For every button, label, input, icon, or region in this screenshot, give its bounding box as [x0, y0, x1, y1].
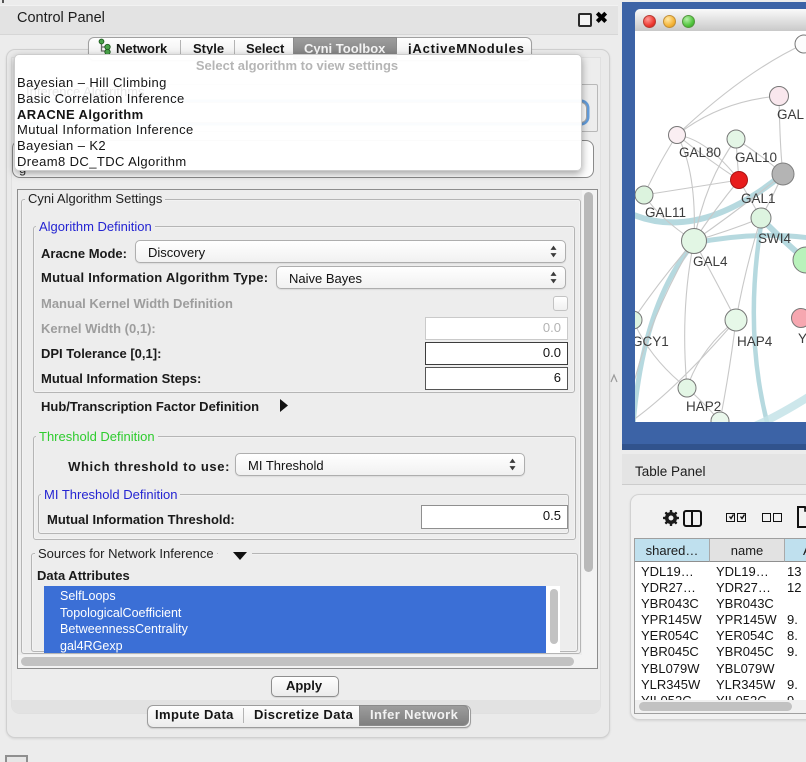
svg-text:HAP4: HAP4 — [737, 334, 773, 349]
svg-text:GAL4: GAL4 — [693, 254, 728, 269]
svg-text:GAL: GAL — [777, 107, 805, 122]
svg-text:GAL80: GAL80 — [679, 145, 721, 160]
svg-text:GAL11: GAL11 — [645, 205, 686, 220]
svg-text:GAL10: GAL10 — [735, 150, 777, 165]
svg-text:GAL1: GAL1 — [741, 191, 776, 206]
svg-text:Y: Y — [798, 331, 806, 346]
svg-text:SWI4: SWI4 — [758, 231, 791, 246]
svg-text:GCY1: GCY1 — [635, 334, 669, 349]
svg-text:HAP2: HAP2 — [686, 399, 721, 414]
